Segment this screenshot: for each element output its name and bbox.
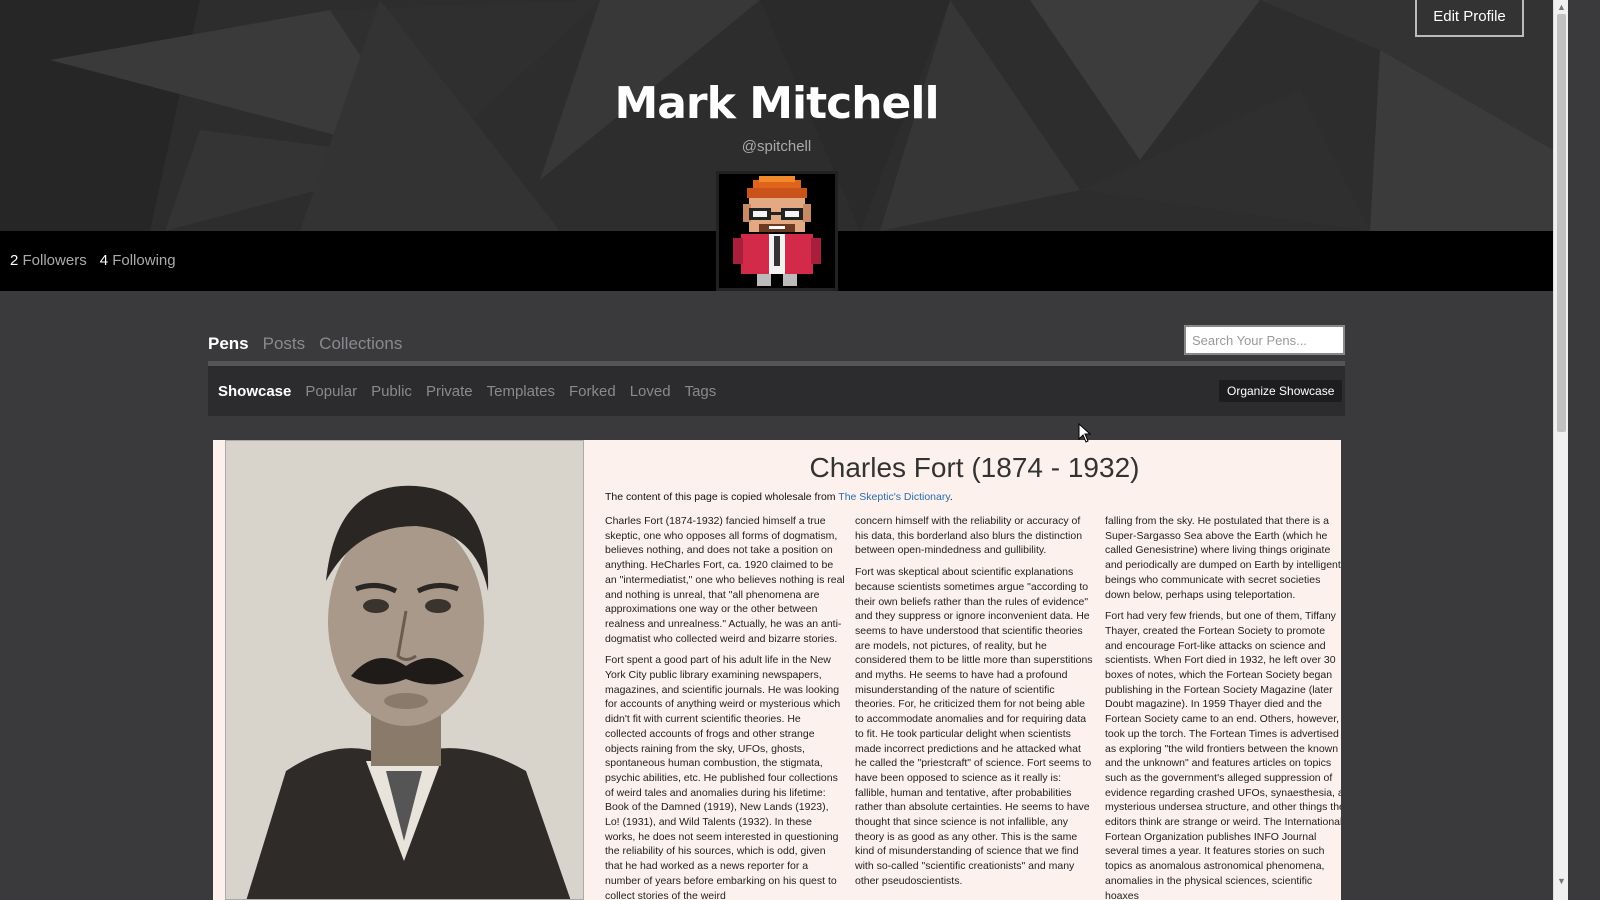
subtab-private[interactable]: Private <box>426 383 473 400</box>
pen-intro: The content of this page is copied whole… <box>605 491 953 503</box>
subtab-forked[interactable]: Forked <box>569 383 616 400</box>
paragraph: Charles Fort (1874-1932) fancied himself… <box>605 515 845 645</box>
subtab-templates[interactable]: Templates <box>487 383 555 400</box>
following-label: Following <box>112 252 176 269</box>
profile-name: Mark Mitchell <box>614 78 939 129</box>
paragraph: Fort spent a good part of his adult life… <box>605 654 841 900</box>
subtab-loved[interactable]: Loved <box>630 383 671 400</box>
subtab-tags[interactable]: Tags <box>685 383 717 400</box>
paragraph: falling from the sky. He postulated that… <box>1105 515 1341 601</box>
subtab-popular[interactable]: Popular <box>305 383 357 400</box>
paragraph: Fort was skeptical about scientific expl… <box>855 566 1093 887</box>
paragraph: Fort had very few friends, but one of th… <box>1105 610 1341 900</box>
avatar-image <box>719 174 835 288</box>
scroll-down-icon[interactable]: ▼ <box>1557 876 1566 886</box>
following-count: 4 <box>99 252 109 269</box>
search-input[interactable] <box>1184 325 1345 355</box>
profile-handle: @spitchell <box>741 138 812 155</box>
paragraph: concern himself with the reliability or … <box>855 515 1083 557</box>
follow-stats: 2 Followers 4 Following <box>10 252 176 269</box>
scrollbar-thumb[interactable] <box>1557 14 1566 432</box>
tab-posts[interactable]: Posts <box>263 334 306 354</box>
mouse-cursor-icon <box>1078 423 1092 443</box>
text-column-1: Charles Fort (1874-1932) fancied himself… <box>605 514 845 900</box>
page-scrollbar[interactable]: ▲ ▼ <box>1553 0 1568 900</box>
portrait-image <box>226 441 583 899</box>
subtab-showcase[interactable]: Showcase <box>218 383 291 400</box>
organize-showcase-button[interactable]: Organize Showcase <box>1219 380 1343 402</box>
content-tabs: Pens Posts Collections <box>208 334 402 354</box>
followers-count: 2 <box>10 252 19 269</box>
sub-tabs: Showcase Popular Public Private Template… <box>218 383 716 400</box>
showcase-pen-preview[interactable]: Charles Fort (1874 - 1932) The content o… <box>213 440 1341 900</box>
intro-end: . <box>949 491 953 503</box>
text-column-2: concern himself with the reliability or … <box>855 514 1095 896</box>
portrait-photo <box>225 440 584 900</box>
scroll-up-icon[interactable]: ▲ <box>1557 2 1566 12</box>
following-link[interactable]: 4 Following <box>100 252 176 269</box>
followers-label: Followers <box>22 252 87 269</box>
avatar[interactable] <box>716 171 838 291</box>
sub-tab-bar: Showcase Popular Public Private Template… <box>208 361 1345 416</box>
subtab-public[interactable]: Public <box>371 383 412 400</box>
followers-link[interactable]: 2 Followers <box>10 252 87 269</box>
skeptics-dictionary-link[interactable]: The Skeptic's Dictionary <box>838 491 950 503</box>
tab-collections[interactable]: Collections <box>319 334 402 354</box>
pen-title: Charles Fort (1874 - 1932) <box>809 452 1140 483</box>
text-column-3: falling from the sky. He postulated that… <box>1105 514 1341 900</box>
tab-pens[interactable]: Pens <box>208 334 249 354</box>
edit-profile-button[interactable]: Edit Profile <box>1415 0 1524 37</box>
intro-text: The content of this page is copied whole… <box>605 491 836 503</box>
